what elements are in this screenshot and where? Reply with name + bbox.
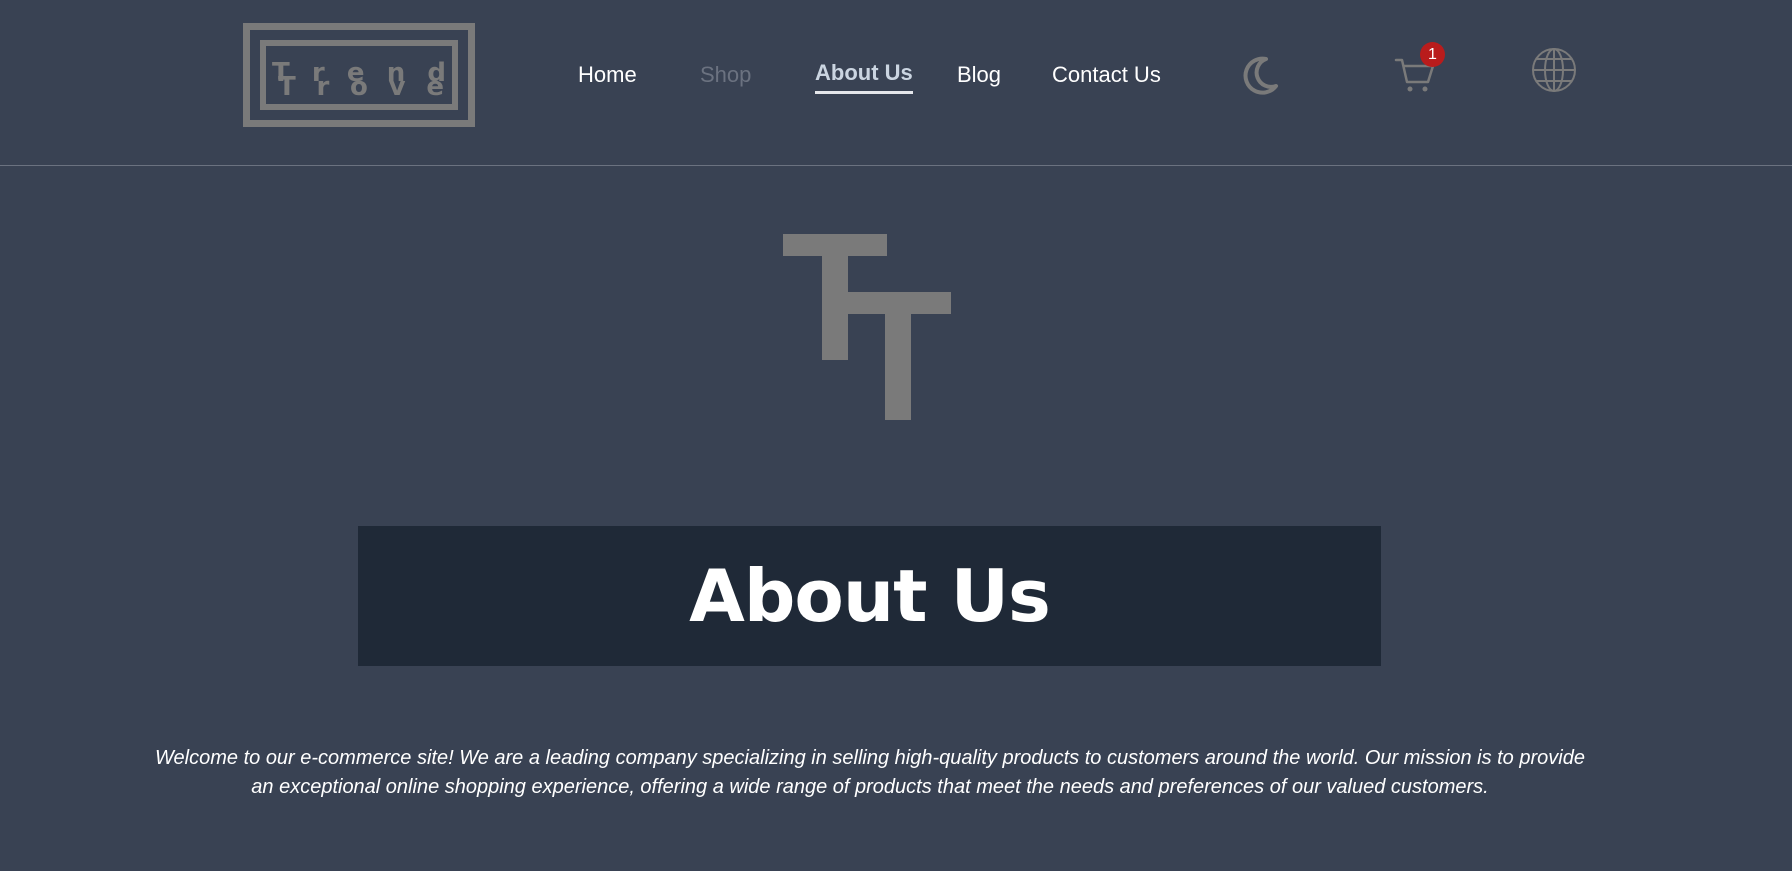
logo-letter: T xyxy=(278,72,296,102)
logo-word-trove: T r o v e xyxy=(278,74,444,100)
globe-icon[interactable] xyxy=(1530,46,1578,94)
page-title: About Us xyxy=(689,554,1051,638)
site-header: T r e n d T r o v e Home Shop About Us B… xyxy=(0,0,1792,166)
intro-line: Welcome to our e-commerce site! We are a… xyxy=(155,747,1585,769)
nav-about-us[interactable]: About Us xyxy=(815,56,913,94)
nav-shop[interactable]: Shop xyxy=(700,58,751,92)
tt-monogram-icon xyxy=(780,232,956,422)
nav-blog[interactable]: Blog xyxy=(957,58,1001,92)
intro-line: an exceptional online shopping experienc… xyxy=(251,776,1489,798)
logo-letter: e xyxy=(426,72,444,102)
nav-home[interactable]: Home xyxy=(578,58,637,92)
page-title-banner: About Us xyxy=(358,526,1381,666)
logo-inner-frame: T r e n d T r o v e xyxy=(260,40,458,110)
trend-trove-logo[interactable]: T r e n d T r o v e xyxy=(243,23,475,127)
logo-letter: o xyxy=(350,72,368,102)
logo-letter: r xyxy=(316,72,330,102)
intro-paragraph: Welcome to our e-commerce site! We are a… xyxy=(150,744,1590,802)
moon-icon[interactable] xyxy=(1236,52,1282,98)
logo-letter: v xyxy=(388,72,406,102)
nav-contact-us[interactable]: Contact Us xyxy=(1052,58,1161,92)
about-page: T r e n d T r o v e Home Shop About Us B… xyxy=(0,0,1792,871)
cart-count-badge: 1 xyxy=(1420,42,1445,67)
